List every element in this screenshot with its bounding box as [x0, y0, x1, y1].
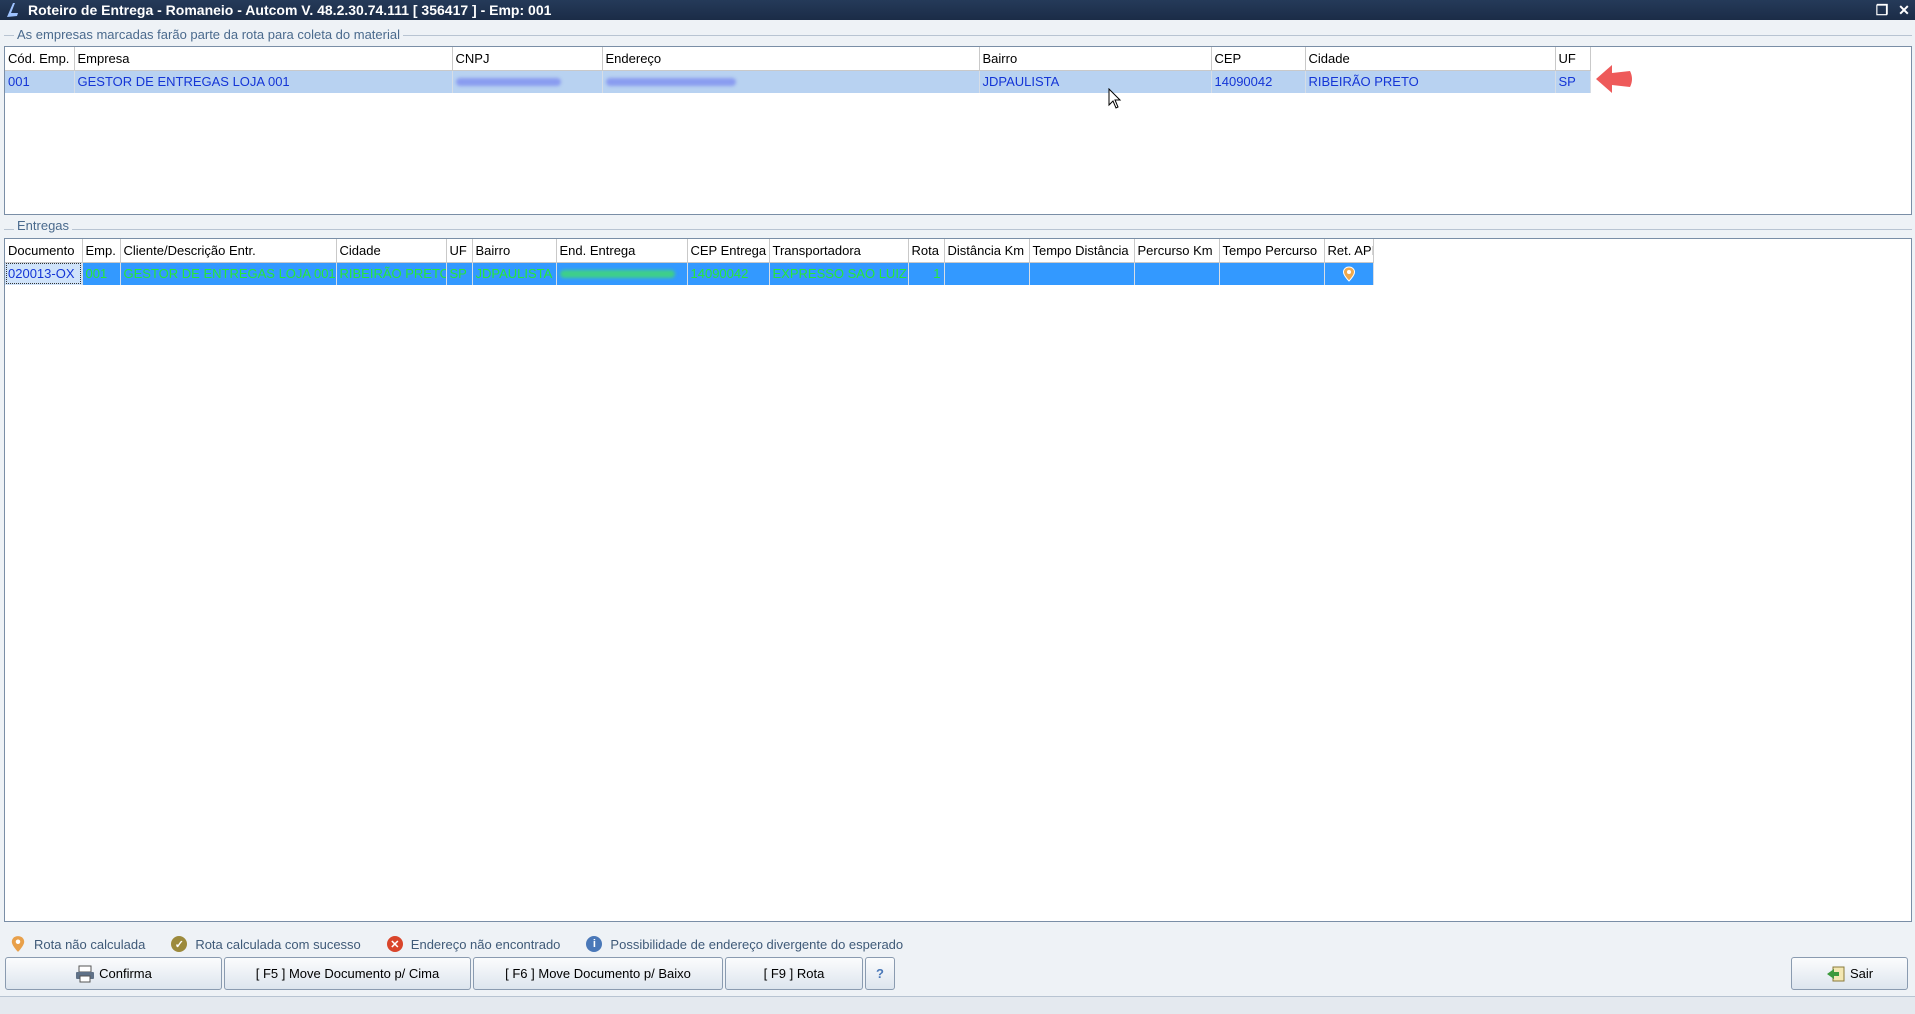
cell-cidade[interactable]: RIBEIRÃO PRETO	[1305, 70, 1556, 93]
column-header[interactable]: UF	[1555, 47, 1591, 71]
entregas-header-row: Documento Emp. Cliente/Descrição Entr. C…	[5, 239, 1374, 263]
pointer-arrow-icon	[1594, 62, 1634, 99]
table-row[interactable]: 001 GESTOR DE ENTREGAS LOJA 001 JDPAULIS…	[5, 70, 1591, 93]
column-header[interactable]: Cidade	[1305, 47, 1556, 71]
cell-cep-entrega[interactable]: 14090042	[687, 262, 770, 285]
legend-label: Rota calculada com sucesso	[195, 936, 361, 952]
empresas-header-row: Cód. Emp. Empresa CNPJ Endereço Bairro C…	[5, 47, 1591, 71]
column-header[interactable]: Percurso Km	[1134, 239, 1220, 263]
column-header[interactable]: Tempo Distância	[1029, 239, 1135, 263]
column-header[interactable]: CNPJ	[452, 47, 603, 71]
exit-icon	[1826, 965, 1846, 983]
legend-label: Rota não calculada	[34, 936, 146, 952]
legend-item: ✕ Endereço não encontrado	[386, 936, 561, 952]
pin-icon	[10, 935, 26, 953]
help-icon: ?	[876, 966, 884, 981]
confirma-button[interactable]: Confirma	[5, 957, 222, 990]
entregas-table: Documento Emp. Cliente/Descrição Entr. C…	[5, 239, 1374, 285]
legend-item: i Possibilidade de endereço divergente d…	[586, 936, 903, 952]
rota-button[interactable]: [ F9 ] Rota	[725, 957, 863, 990]
cell-empresa[interactable]: GESTOR DE ENTREGAS LOJA 001	[74, 70, 453, 93]
rota-label: [ F9 ] Rota	[763, 966, 825, 981]
cell-end-entrega-redacted[interactable]	[556, 262, 688, 285]
column-header[interactable]: Distância Km	[944, 239, 1030, 263]
info-icon: i	[586, 936, 603, 952]
mouse-cursor-icon	[1108, 87, 1122, 113]
sair-button[interactable]: Sair	[1791, 957, 1908, 990]
column-header[interactable]: Cidade	[336, 239, 447, 263]
column-header[interactable]: Ret. API	[1324, 239, 1374, 263]
column-header[interactable]: UF	[446, 239, 473, 263]
cell-uf[interactable]: SP	[1555, 70, 1591, 93]
pin-icon	[1342, 265, 1356, 282]
error-icon: ✕	[386, 936, 403, 952]
cell-documento[interactable]: 020013-OX	[5, 262, 83, 285]
cell-emp[interactable]: 001	[82, 262, 121, 285]
empresas-table: Cód. Emp. Empresa CNPJ Endereço Bairro C…	[5, 47, 1591, 93]
redacted-blur	[455, 78, 561, 87]
legend-label: Endereço não encontrado	[410, 936, 561, 952]
group-divider	[4, 229, 1912, 230]
help-button[interactable]: ?	[865, 957, 895, 990]
move-down-label: [ F6 ] Move Documento p/ Baixo	[505, 966, 691, 981]
column-header[interactable]: Empresa	[74, 47, 453, 71]
cell-rota[interactable]: 1	[908, 262, 945, 285]
column-header[interactable]: End. Entrega	[556, 239, 688, 263]
move-up-label: [ F5 ] Move Documento p/ Cima	[255, 966, 440, 981]
redacted-blur	[559, 270, 675, 279]
cell-uf[interactable]: SP	[446, 262, 473, 285]
column-header[interactable]: Cliente/Descrição Entr.	[120, 239, 337, 263]
column-header[interactable]: CEP	[1211, 47, 1306, 71]
cell-endereco-redacted[interactable]	[602, 70, 980, 93]
column-header[interactable]: Tempo Percurso	[1219, 239, 1325, 263]
cell-cidade[interactable]: RIBEIRÃO PRETO	[336, 262, 447, 285]
status-legend: Rota não calculada ✓ Rota calculada com …	[10, 933, 929, 955]
cell-cnpj-redacted[interactable]	[452, 70, 603, 93]
cell-transportadora[interactable]: EXPRESSO SAO LUIZ	[769, 262, 909, 285]
column-header[interactable]: Transportadora	[769, 239, 909, 263]
cell-cliente[interactable]: GESTOR DE ENTREGAS LOJA 001	[120, 262, 337, 285]
cell-tempo-percurso[interactable]	[1219, 262, 1325, 285]
column-header[interactable]: Bairro	[472, 239, 557, 263]
cell-bairro[interactable]: JDPAULISTA	[472, 262, 557, 285]
column-header[interactable]: Emp.	[82, 239, 121, 263]
entregas-grid[interactable]: Documento Emp. Cliente/Descrição Entr. C…	[4, 238, 1912, 922]
sair-label: Sair	[1849, 966, 1874, 981]
cell-distancia-km[interactable]	[944, 262, 1030, 285]
status-bar	[0, 996, 1915, 1014]
printer-icon	[75, 965, 95, 983]
move-down-button[interactable]: [ F6 ] Move Documento p/ Baixo	[473, 957, 723, 990]
move-up-button[interactable]: [ F5 ] Move Documento p/ Cima	[224, 957, 471, 990]
column-header[interactable]: Bairro	[979, 47, 1212, 71]
app-logo-icon	[4, 1, 22, 19]
window-title: Roteiro de Entrega - Romaneio - Autcom V…	[28, 2, 552, 18]
table-row[interactable]: 020013-OX 001 GESTOR DE ENTREGAS LOJA 00…	[5, 262, 1374, 285]
cell-percurso-km[interactable]	[1134, 262, 1220, 285]
column-header[interactable]: Rota	[908, 239, 945, 263]
cell-cod-emp[interactable]: 001	[5, 70, 75, 93]
title-bar: Roteiro de Entrega - Romaneio - Autcom V…	[0, 0, 1915, 20]
check-icon: ✓	[171, 936, 188, 952]
legend-item: Rota não calculada	[10, 935, 145, 953]
column-header[interactable]: Endereço	[602, 47, 980, 71]
close-icon[interactable]: ✕	[1893, 2, 1915, 19]
confirma-label: Confirma	[99, 966, 152, 981]
legend-label: Possibilidade de endereço divergente do …	[610, 936, 904, 952]
cell-ret-api[interactable]	[1324, 262, 1374, 285]
entregas-group-label: Entregas	[14, 218, 73, 233]
column-header[interactable]: Documento	[5, 239, 83, 263]
column-header[interactable]: CEP Entrega	[687, 239, 770, 263]
cell-cep[interactable]: 14090042	[1211, 70, 1306, 93]
cell-bairro[interactable]: JDPAULISTA	[979, 70, 1212, 93]
cell-tempo-distancia[interactable]	[1029, 262, 1135, 285]
column-header[interactable]: Cód. Emp.	[5, 47, 75, 71]
legend-item: ✓ Rota calculada com sucesso	[171, 936, 361, 952]
redacted-blur	[605, 78, 736, 87]
empresas-group-label: As empresas marcadas farão parte da rota…	[14, 27, 403, 42]
restore-icon[interactable]: ❐	[1871, 2, 1893, 19]
